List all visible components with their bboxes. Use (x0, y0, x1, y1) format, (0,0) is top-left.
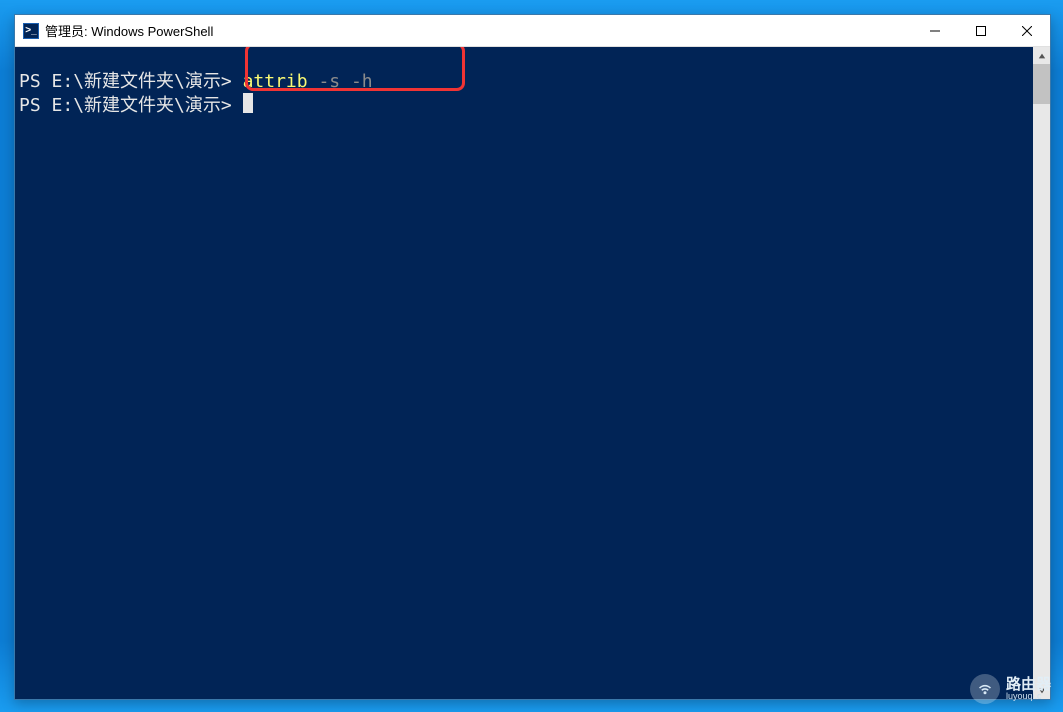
prompt-gt: > (221, 71, 243, 92)
console-area[interactable]: PS E:\新建文件夹\演示> attrib -s -h PS E:\新建文件夹… (15, 47, 1050, 699)
titlebar[interactable]: >_ 管理员: Windows PowerShell (15, 15, 1050, 47)
maximize-button[interactable] (958, 15, 1004, 46)
close-button[interactable] (1004, 15, 1050, 46)
minimize-button[interactable] (912, 15, 958, 46)
scrollbar-track[interactable] (1033, 64, 1050, 682)
command-flag-h: -h (351, 71, 373, 92)
titlebar-left: >_ 管理员: Windows PowerShell (15, 21, 213, 40)
prompt-path: E:\新建文件夹\演示 (52, 71, 221, 92)
scroll-up-button[interactable] (1033, 47, 1050, 64)
powershell-icon: >_ (23, 23, 39, 39)
prompt-prefix: PS (19, 71, 52, 92)
scrollbar-thumb[interactable] (1033, 64, 1050, 104)
prompt-path: E:\新建文件夹\演示 (52, 95, 221, 116)
prompt-gt: > (221, 95, 232, 116)
window-controls (912, 15, 1050, 46)
text-cursor (243, 93, 253, 113)
powershell-window: >_ 管理员: Windows PowerShell PS E:\新建文件夹\演… (14, 14, 1051, 700)
command-name: attrib (243, 71, 308, 92)
command-flag-s: -s (318, 71, 340, 92)
console-output: PS E:\新建文件夹\演示> attrib -s -h PS E:\新建文件夹… (15, 47, 1050, 117)
vertical-scrollbar[interactable] (1033, 47, 1050, 699)
prompt-prefix: PS (19, 95, 52, 116)
scroll-down-button[interactable] (1033, 682, 1050, 699)
window-title: 管理员: Windows PowerShell (45, 21, 213, 40)
